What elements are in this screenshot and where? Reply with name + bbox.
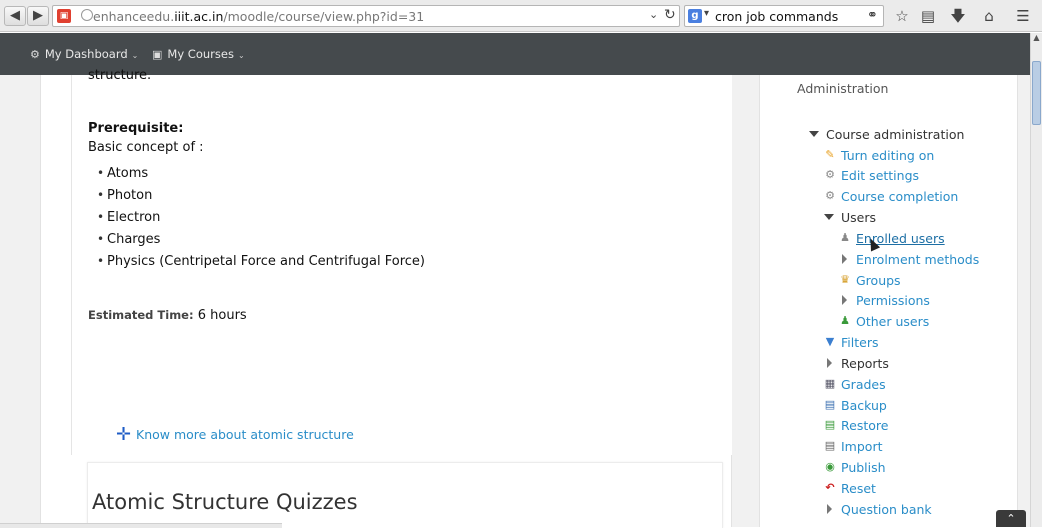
scroll-up-icon[interactable]: ▲ <box>1031 33 1042 45</box>
list-item: Photon <box>97 188 425 210</box>
list-item: Charges <box>97 232 425 254</box>
search-input[interactable]: g ▾ cron job commands ⚭ <box>684 5 884 27</box>
section-intro-text: structure. <box>88 68 152 83</box>
user-icon: ♟ <box>840 231 850 244</box>
bookmark-star-icon[interactable]: ☆ <box>892 6 912 26</box>
home-icon[interactable]: ⌂ <box>979 6 999 26</box>
menu-icon[interactable]: ☰ <box>1013 6 1033 26</box>
site-favicon-icon: ▣ <box>57 9 71 23</box>
quiz-section-title: Atomic Structure Quizzes <box>92 490 358 514</box>
estimated-time: Estimated Time: 6 hours <box>88 308 247 323</box>
reload-icon[interactable]: ↻ <box>664 7 676 23</box>
download-icon[interactable]: 🡇 <box>948 6 968 26</box>
nav-my-dashboard[interactable]: ⚙ My Dashboard ⌄ <box>30 47 138 61</box>
groups-icon: ♛ <box>840 273 850 286</box>
butterfly-icon: ✛ <box>116 424 132 445</box>
collapsed-triangle-icon <box>823 356 837 370</box>
briefcase-icon: ▣ <box>152 48 163 61</box>
reading-list-icon[interactable]: ▤ <box>918 6 938 26</box>
forward-button[interactable]: ▶ <box>27 6 49 26</box>
collapsed-triangle-icon <box>823 502 837 516</box>
settings-icon: ⚙ <box>825 189 835 202</box>
reset-icon: ↶ <box>825 481 835 494</box>
chevron-up-icon: ⌃ <box>1006 512 1016 525</box>
expanded-triangle-icon <box>808 127 822 141</box>
other-users-icon: ♟ <box>840 314 850 327</box>
prerequisite-heading: Prerequisite: <box>88 121 184 136</box>
prerequisite-list: Atoms Photon Electron Charges Physics (C… <box>97 166 425 276</box>
import-icon: ▤ <box>824 439 836 452</box>
chevron-down-icon[interactable]: ⌄ <box>649 8 658 21</box>
expanded-triangle-icon <box>823 210 837 224</box>
scrollbar-thumb[interactable] <box>1032 61 1041 125</box>
list-item: Physics (Centripetal Force and Centrifug… <box>97 254 425 276</box>
globe-icon: ◉ <box>825 460 835 473</box>
site-navbar: ⚙ My Dashboard ⌄ ▣ My Courses ⌄ <box>0 33 1030 75</box>
back-to-top-button[interactable]: ⌃ <box>996 510 1026 527</box>
globe-icon <box>81 9 93 21</box>
backup-icon: ▤ <box>824 398 836 411</box>
filter-icon: ▼ <box>825 335 835 348</box>
know-more-link[interactable]: ✛ Know more about atomic structure <box>116 424 354 445</box>
chevron-down-icon: ⌄ <box>237 51 245 60</box>
collapsed-triangle-icon <box>838 252 852 266</box>
list-item: Atoms <box>97 166 425 188</box>
url-text: enhanceedu.iiit.ac.in/moodle/course/view… <box>93 9 425 24</box>
back-button[interactable]: ◀ <box>4 6 26 26</box>
dashboard-icon: ⚙ <box>30 48 40 61</box>
nav-my-courses[interactable]: ▣ My Courses ⌄ <box>152 47 245 61</box>
grades-icon: ▦ <box>824 377 836 390</box>
horizontal-scrollbar[interactable] <box>0 523 282 528</box>
chevron-down-icon[interactable]: ▾ <box>704 8 709 19</box>
list-item: Electron <box>97 210 425 232</box>
settings-icon: ⚙ <box>825 168 835 181</box>
address-bar[interactable]: ▣ enhanceedu.iiit.ac.in/moodle/course/vi… <box>52 5 680 27</box>
google-icon[interactable]: g <box>688 9 702 23</box>
administration-title: Administration <box>797 81 889 96</box>
prerequisite-intro: Basic concept of : <box>88 140 204 155</box>
browser-toolbar: ◀ ▶ ▣ enhanceedu.iiit.ac.in/moodle/cours… <box>0 0 1042 32</box>
page-scrollbar[interactable]: ▲ <box>1030 33 1042 527</box>
restore-icon: ▤ <box>824 418 836 431</box>
collapsed-triangle-icon <box>838 293 852 307</box>
pencil-icon: ✎ <box>825 148 835 161</box>
binoculars-icon[interactable]: ⚭ <box>867 8 878 23</box>
chevron-down-icon: ⌄ <box>131 51 139 60</box>
